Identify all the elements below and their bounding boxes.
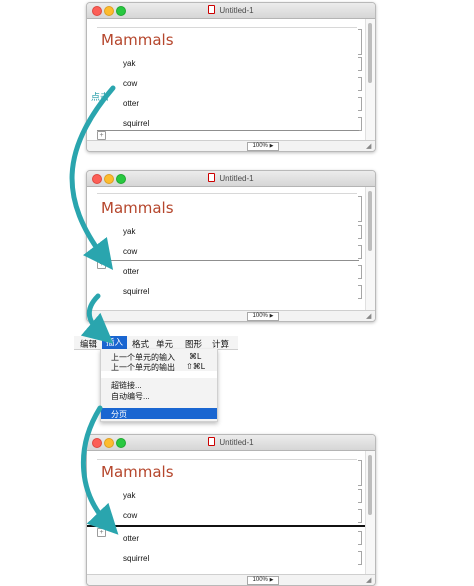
text-cell[interactable]: otter	[123, 267, 139, 276]
status-bar: 100% ▶ ◢	[87, 574, 375, 585]
cell-divider	[97, 459, 357, 460]
document-icon	[208, 173, 216, 182]
click-annotation: 点击	[91, 92, 110, 102]
resize-grip-icon[interactable]: ◢	[366, 576, 374, 585]
notebook-content[interactable]: Mammals yak cow + otter squirrel	[87, 451, 365, 575]
status-bar: 100% ▶ ◢	[87, 140, 375, 151]
notebook-window-3: Untitled-1 Mammals yak cow + otter squir…	[86, 434, 376, 586]
menu-insert[interactable]: 插入	[102, 336, 128, 349]
notebook-content[interactable]: Mammals yak cow + otter squirrel	[87, 187, 365, 311]
text-cell[interactable]: squirrel	[123, 554, 149, 563]
title-cell[interactable]: Mammals	[101, 31, 174, 49]
scroll-thumb[interactable]	[368, 23, 372, 83]
menu-item-auto-numbering[interactable]: 自动编号...	[111, 391, 150, 402]
cell-bracket[interactable]	[358, 265, 362, 279]
scroll-thumb[interactable]	[368, 191, 372, 251]
insert-menu-dropdown: 上一个单元的输入 ⌘L 上一个单元的输出 ⇧⌘L 超链接... 自动编号... …	[100, 349, 218, 422]
title-cell[interactable]: Mammals	[101, 463, 174, 481]
cell-bracket[interactable]	[358, 551, 362, 565]
cell-insertion-line	[97, 260, 359, 261]
document-icon	[208, 5, 216, 14]
text-cell[interactable]: yak	[123, 491, 135, 500]
menu-gap	[101, 371, 217, 378]
window-title: Untitled-1	[87, 173, 375, 183]
cell-bracket[interactable]	[358, 509, 362, 523]
text-cell[interactable]: squirrel	[123, 287, 149, 296]
cell-bracket[interactable]	[358, 196, 362, 222]
title-bar[interactable]: Untitled-1	[87, 171, 375, 187]
cell-bracket[interactable]	[358, 245, 362, 259]
triangle-right-icon: ▶	[269, 143, 274, 149]
notebook-content[interactable]: Mammals yak cow otter squirrel +	[87, 19, 365, 141]
cell-bracket[interactable]	[358, 489, 362, 503]
cell-bracket[interactable]	[358, 225, 362, 239]
zoom-control[interactable]: 100% ▶	[247, 312, 279, 321]
vertical-scrollbar[interactable]	[365, 187, 375, 311]
text-cell[interactable]: cow	[123, 247, 137, 256]
text-cell[interactable]: yak	[123, 227, 135, 236]
notebook-window-1: Untitled-1 Mammals yak cow otter squirre…	[86, 2, 376, 152]
cell-bracket[interactable]	[358, 285, 362, 299]
cell-divider	[97, 27, 357, 28]
menu-item-hyperlink[interactable]: 超链接...	[111, 380, 142, 391]
cell-bracket[interactable]	[358, 117, 362, 131]
text-cell[interactable]: squirrel	[123, 119, 149, 128]
window-title: Untitled-1	[87, 5, 375, 15]
triangle-right-icon: ▶	[269, 577, 274, 583]
menu-edit[interactable]: 编辑	[80, 338, 97, 350]
text-cell[interactable]: cow	[123, 511, 137, 520]
shortcut-label: ⇧⌘L	[186, 362, 206, 371]
text-cell[interactable]: otter	[123, 99, 139, 108]
page-break-line	[87, 525, 365, 527]
title-bar[interactable]: Untitled-1	[87, 3, 375, 19]
shortcut-label: ⌘L	[189, 352, 202, 361]
cell-insertion-plus-icon[interactable]: +	[97, 260, 106, 269]
menu-bar: 编辑 插入 格式 单元 图形 计算	[74, 336, 238, 350]
cell-insertion-line	[97, 130, 359, 131]
document-icon	[208, 437, 216, 446]
cell-bracket[interactable]	[358, 531, 362, 545]
text-cell[interactable]: otter	[123, 534, 139, 543]
text-cell[interactable]: cow	[123, 79, 137, 88]
resize-grip-icon[interactable]: ◢	[366, 312, 374, 321]
vertical-scrollbar[interactable]	[365, 19, 375, 141]
cell-bracket[interactable]	[358, 97, 362, 111]
text-cell[interactable]: yak	[123, 59, 135, 68]
cell-bracket[interactable]	[358, 57, 362, 71]
cell-insertion-plus-icon[interactable]: +	[97, 528, 106, 537]
zoom-control[interactable]: 100% ▶	[247, 142, 279, 151]
vertical-scrollbar[interactable]	[365, 451, 375, 575]
resize-grip-icon[interactable]: ◢	[366, 142, 374, 151]
status-bar: 100% ▶ ◢	[87, 310, 375, 321]
cell-insertion-plus-icon[interactable]: +	[97, 131, 106, 140]
cell-bracket[interactable]	[358, 29, 362, 55]
scroll-thumb[interactable]	[368, 455, 372, 515]
cell-bracket[interactable]	[358, 460, 362, 486]
cell-bracket[interactable]	[358, 77, 362, 91]
cell-divider	[97, 193, 357, 194]
title-cell[interactable]: Mammals	[101, 199, 174, 217]
window-title: Untitled-1	[87, 437, 375, 447]
title-bar[interactable]: Untitled-1	[87, 435, 375, 451]
zoom-control[interactable]: 100% ▶	[247, 576, 279, 585]
menu-item-page-break[interactable]: 分页	[101, 408, 217, 419]
triangle-right-icon: ▶	[269, 313, 274, 319]
notebook-window-2: Untitled-1 Mammals yak cow + otter squir…	[86, 170, 376, 322]
